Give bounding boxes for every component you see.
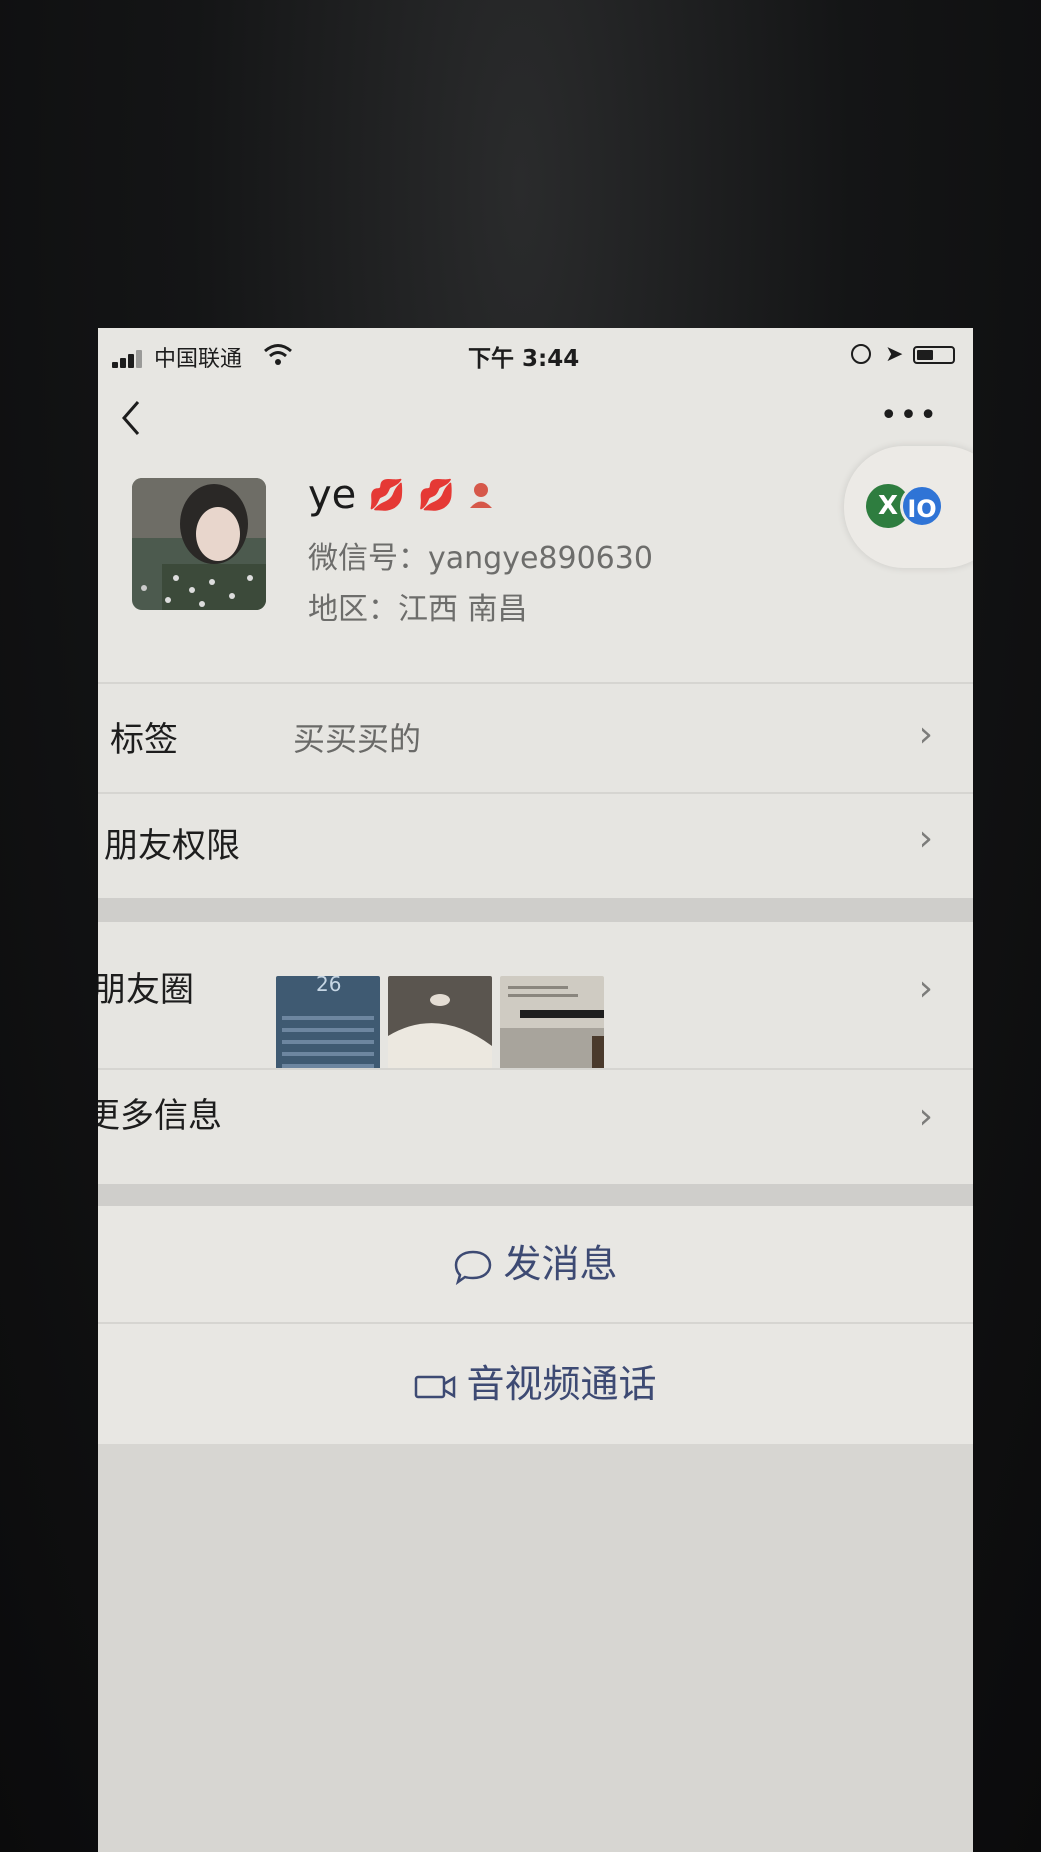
avatar[interactable] bbox=[132, 478, 266, 610]
battery-icon bbox=[913, 346, 955, 364]
person-icon bbox=[470, 483, 492, 508]
profile-name: ye bbox=[308, 472, 357, 518]
chevron-right-icon: › bbox=[918, 968, 933, 1009]
empty-area bbox=[98, 1444, 973, 1852]
profile-name-row: ye 💋 💋 bbox=[308, 470, 493, 520]
more-info-label: 更多信息 bbox=[98, 1096, 222, 1136]
chat-bubble-icon bbox=[455, 1250, 492, 1285]
moment-thumbnail: 26 bbox=[276, 976, 380, 1082]
tags-row[interactable]: 标签 买买买的 › bbox=[98, 684, 973, 792]
chevron-right-icon: › bbox=[918, 714, 933, 755]
section-gap bbox=[98, 898, 973, 922]
floating-widget[interactable]: X IO bbox=[844, 446, 973, 568]
friend-permission-label: 朋友权限 bbox=[104, 826, 240, 866]
send-message-label: 发消息 bbox=[503, 1242, 618, 1286]
chevron-right-icon: › bbox=[918, 1096, 933, 1137]
chevron-left-icon bbox=[122, 401, 140, 435]
moment-thumbnail bbox=[388, 976, 492, 1082]
avatar-image bbox=[132, 478, 266, 610]
section-gap bbox=[98, 1184, 973, 1206]
phone-screen: 中国联通 下午 3:44 ➤ ••• ye 💋 💋 微信号：yangye8906… bbox=[98, 328, 973, 1852]
video-call-button[interactable]: 音视频通话 bbox=[98, 1324, 973, 1444]
video-camera-icon bbox=[415, 1375, 456, 1398]
location-icon: ➤ bbox=[885, 342, 904, 367]
lips-emoji: 💋 bbox=[368, 477, 406, 513]
lips-emoji: 💋 bbox=[417, 477, 455, 513]
send-message-button[interactable]: 发消息 bbox=[98, 1206, 973, 1322]
wechat-id: 微信号：yangye890630 bbox=[308, 541, 653, 576]
status-bar: 中国联通 下午 3:44 ➤ bbox=[98, 328, 973, 388]
more-options-button[interactable]: ••• bbox=[880, 398, 939, 433]
orientation-lock-icon bbox=[851, 344, 871, 364]
moments-label: 朋友圈 bbox=[98, 970, 194, 1010]
more-info-row[interactable]: 更多信息 › bbox=[98, 1070, 973, 1184]
tags-value: 买买买的 bbox=[293, 720, 422, 758]
friend-permission-row[interactable]: 朋友权限 › bbox=[98, 794, 973, 898]
chevron-right-icon: › bbox=[918, 818, 933, 859]
video-call-label: 音视频通话 bbox=[466, 1362, 657, 1406]
carrier-name: 中国联通 bbox=[154, 347, 243, 372]
back-button[interactable] bbox=[118, 398, 158, 446]
signal-icon bbox=[112, 350, 146, 368]
clock-time: 下午 3:44 bbox=[468, 346, 580, 372]
region: 地区：江西 南昌 bbox=[308, 592, 528, 627]
wifi-icon bbox=[264, 344, 292, 365]
moment-thumbnail bbox=[500, 976, 604, 1082]
app-badge-icon: IO bbox=[900, 484, 944, 528]
status-icons: ➤ bbox=[851, 342, 961, 370]
tags-label: 标签 bbox=[110, 720, 178, 760]
